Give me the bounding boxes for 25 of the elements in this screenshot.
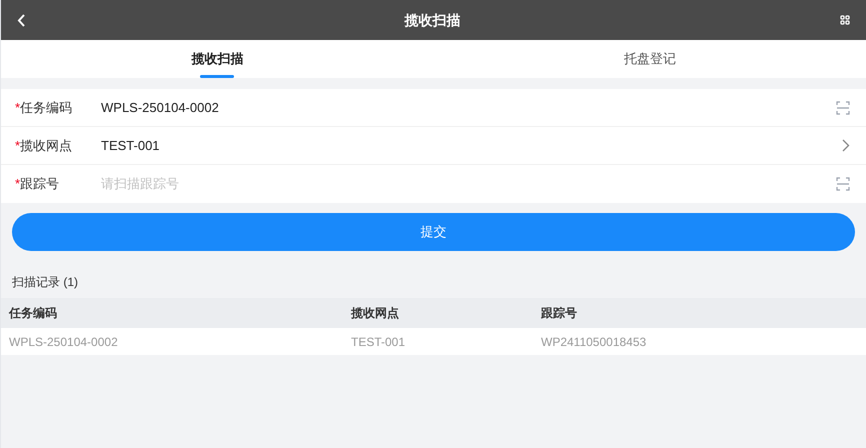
back-icon[interactable] — [17, 14, 25, 26]
chevron-right-icon[interactable] — [842, 139, 850, 152]
input-field[interactable]: WPLS-250104-0002 — [101, 98, 836, 118]
submit-button[interactable]: 提交 — [12, 213, 855, 251]
table-cell: WP2411050018453 — [541, 334, 646, 348]
column-header: 任务编码 — [9, 306, 57, 320]
grid-icon[interactable] — [840, 15, 850, 25]
field-label: 揽收网点 — [20, 136, 72, 155]
tab[interactable]: 揽收扫描 — [1, 40, 434, 78]
tab[interactable]: 托盘登记 — [434, 40, 866, 78]
column-header: 揽收网点 — [351, 306, 399, 320]
scan-icon[interactable] — [836, 100, 850, 114]
input-field[interactable]: TEST-001 — [101, 136, 842, 156]
input-field[interactable]: 请扫描跟踪号 — [101, 174, 836, 194]
required-mark: * — [15, 98, 20, 117]
required-mark: * — [15, 136, 20, 155]
section-title: 扫描记录 (1) — [12, 274, 78, 290]
required-mark: * — [15, 175, 20, 194]
table-cell: TEST-001 — [351, 334, 406, 348]
column-header: 跟踪号 — [541, 306, 577, 320]
field-label: 任务编码 — [20, 98, 72, 117]
scan-icon[interactable] — [836, 177, 850, 191]
page-title: 揽收扫描 — [403, 10, 462, 30]
table-cell: WPLS-250104-0002 — [9, 334, 118, 348]
field-label: 跟踪号 — [20, 175, 60, 194]
